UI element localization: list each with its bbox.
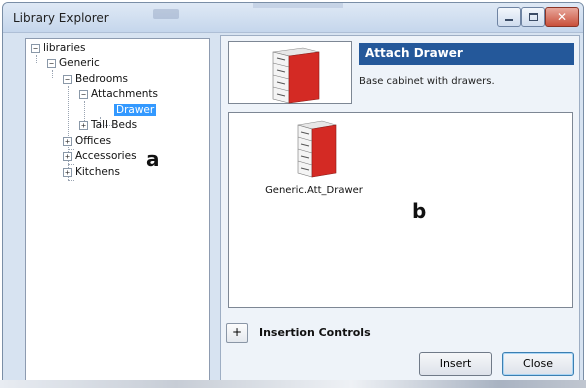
tree-node-bedrooms[interactable]: − Bedrooms [63,72,128,86]
tree-node-label: Kitchens [75,166,120,178]
tree-node-kitchens[interactable]: + Kitchens [63,165,120,179]
close-icon: ✕ [556,10,568,24]
tree-node-attachments[interactable]: − Attachments [79,87,158,101]
insert-button[interactable]: Insert [419,352,492,376]
tree-node-label: Generic [59,57,100,69]
expand-icon[interactable]: + [63,151,72,161]
tree-node-accessories[interactable]: + Accessories [63,149,137,163]
item-preview [228,41,352,104]
tree-node-label-selected: Drawer [114,104,157,116]
library-tree[interactable]: − libraries − Generic − Bedrooms − Attac… [25,38,210,381]
tree-connector [36,55,37,63]
minimize-button[interactable] [497,7,521,27]
library-item[interactable]: Generic.Att_Drawer [259,119,369,196]
insertion-controls-label: Insertion Controls [259,326,371,339]
tree-node-offices[interactable]: + Offices [63,134,111,148]
expand-icon[interactable]: + [63,167,72,177]
tree-connector [68,180,74,181]
collapse-icon[interactable]: − [79,89,88,99]
item-title-banner: Attach Drawer [359,43,574,65]
tree-node-libraries[interactable]: − libraries [31,41,85,55]
maximize-icon [528,13,538,21]
window-title: Library Explorer [13,11,109,25]
collapse-icon[interactable]: − [31,43,40,53]
tree-node-label: Attachments [91,88,159,100]
item-description: Base cabinet with drawers. [359,76,495,87]
tree-node-label: libraries [43,42,86,54]
collapse-icon[interactable]: − [47,58,56,68]
maximize-button[interactable] [521,7,545,27]
expand-insertion-controls-button[interactable]: + [226,323,248,343]
tree-node-generic[interactable]: − Generic [47,56,100,70]
annotation-marker-b: b [412,199,427,223]
annotation-marker-a: a [146,147,160,171]
library-items-view[interactable]: Generic.Att_Drawer b [228,112,573,308]
tree-node-label: Bedrooms [75,73,128,85]
minimize-icon [505,19,513,21]
title-bar-artifact-2 [253,3,343,8]
library-item-label: Generic.Att_Drawer [265,185,363,196]
close-window-button[interactable]: ✕ [545,7,579,27]
tree-connector [52,70,53,78]
screen-artifact-strip [0,380,586,388]
drawer-cabinet-icon [272,47,320,104]
tree-node-label: Tall Beds [91,119,138,131]
tree-node-label: Offices [75,135,112,147]
detail-panel: Attach Drawer Base cabinet with drawers.… [220,35,580,381]
tree-node-tall-beds[interactable]: + Tall Beds [79,118,137,132]
close-button[interactable]: Close [502,352,574,376]
expand-icon[interactable]: + [79,120,88,130]
tree-node-drawer[interactable]: Drawer [114,103,157,117]
collapse-icon[interactable]: − [63,74,72,84]
title-bar-artifact [153,9,179,19]
drawer-cabinet-icon [297,120,337,178]
tree-node-label: Accessories [75,150,137,162]
expand-icon[interactable]: + [63,136,72,146]
title-bar[interactable]: Library Explorer ✕ [3,3,583,33]
